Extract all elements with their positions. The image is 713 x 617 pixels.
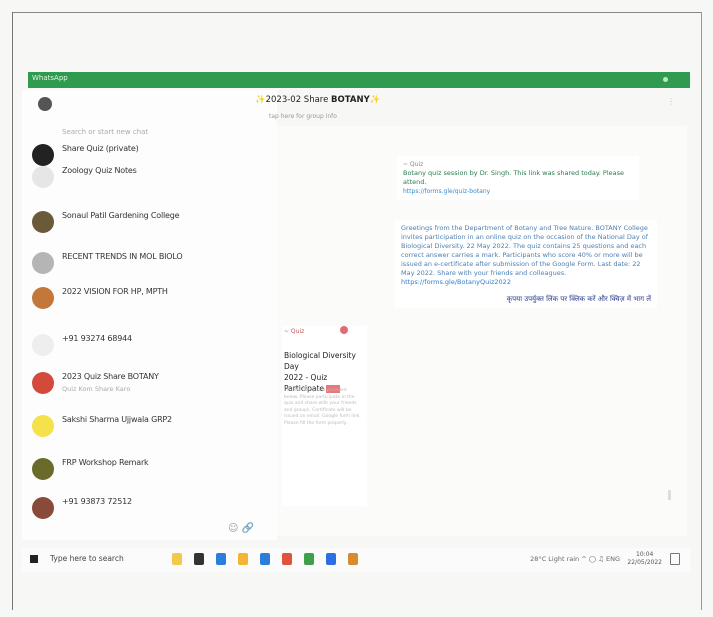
- message-text: Greetings from the Department of Botany …: [401, 224, 649, 277]
- chat-avatar: [32, 458, 54, 480]
- taskbar-search[interactable]: Type here to search: [50, 554, 124, 563]
- chat-name: FRP Workshop Remark: [62, 458, 149, 467]
- app-titlebar: WhatsApp: [28, 72, 690, 88]
- chat-avatar: [32, 287, 54, 309]
- emoji-icon[interactable]: ☺: [228, 523, 238, 534]
- message-bubble: ~ Quiz Botany quiz session by Dr. Singh.…: [397, 156, 639, 200]
- store-icon[interactable]: [260, 553, 270, 565]
- window-control-icon[interactable]: [663, 77, 668, 82]
- cortana-icon[interactable]: [194, 553, 204, 565]
- photo-border-right: [701, 12, 702, 610]
- document-message[interactable]: ~ Quiz Biological Diversity Day 2022 - Q…: [282, 326, 367, 506]
- message-input-bar[interactable]: ☺ 🔗: [228, 523, 254, 534]
- photo-border-left: [12, 12, 13, 610]
- chat-avatar: [32, 497, 54, 519]
- scrollbar[interactable]: [668, 490, 671, 500]
- chat-name: +91 93873 72512: [62, 497, 132, 506]
- chat-name: +91 93274 68944: [62, 334, 132, 343]
- chat-name: 2022 VISION FOR HP, MPTH: [62, 287, 168, 296]
- app-title: WhatsApp: [32, 74, 68, 82]
- chat-name: Sakshi Sharma Ujjwala GRP2: [62, 415, 172, 424]
- task-view-icon[interactable]: [172, 553, 182, 565]
- taskbar-clock[interactable]: 10:04 22/05/2022: [627, 551, 662, 567]
- chat-header[interactable]: ✨2023-02 Share BOTANY✨ tap here for grou…: [255, 93, 675, 125]
- chat-list-item[interactable]: +91 93274 68944: [22, 330, 277, 360]
- chat-list-item[interactable]: 2023 Quiz Share BOTANY Quiz Kom Share Kar…: [22, 368, 277, 398]
- reaction-icon: [340, 326, 348, 334]
- doc-body: Link for the quiz is provided below. Ple…: [284, 388, 361, 426]
- chat-name: RECENT TRENDS IN MOL BIOLO: [62, 252, 183, 261]
- chat-name: 2023 Quiz Share BOTANY: [62, 372, 159, 381]
- message-bubble: Greetings from the Department of Botany …: [395, 220, 657, 308]
- message-text: Botany quiz session by Dr. Singh. This l…: [403, 169, 624, 186]
- message-link[interactable]: https://forms.gle/quiz-botany: [403, 187, 633, 196]
- windows-taskbar: Type here to search 28°C Light rain ^ ◯ …: [22, 548, 690, 572]
- chat-name: Sonaul Patil Gardening College: [62, 211, 180, 220]
- chat-avatar: [32, 334, 54, 356]
- chat-name: Share Quiz (private): [62, 144, 139, 153]
- doc-sender: ~ Quiz: [284, 328, 305, 335]
- photo-border-top: [12, 12, 702, 13]
- chat-subtitle: tap here for group info: [269, 113, 337, 120]
- notification-icon[interactable]: [670, 553, 680, 565]
- windows-start-icon[interactable]: [30, 555, 38, 563]
- chat-avatar: [32, 372, 54, 394]
- chat-avatar: [32, 415, 54, 437]
- chat-list-item[interactable]: 2022 VISION FOR HP, MPTH: [22, 283, 277, 313]
- message-sender: ~ Quiz: [403, 161, 424, 168]
- search-input[interactable]: Search or start new chat: [62, 128, 148, 136]
- chat-name: Zoology Quiz Notes: [62, 166, 137, 175]
- chat-preview: Quiz Kom Share Karo: [62, 385, 131, 393]
- message-pane: ~ Quiz Botany quiz session by Dr. Singh.…: [277, 126, 687, 536]
- chat-list-item[interactable]: +91 93873 72512: [22, 493, 277, 523]
- message-link[interactable]: https://forms.gle/BotanyQuiz2022: [401, 278, 511, 286]
- message-hindi-text: कृपया उपर्युक्त लिंक पर क्लिक करें और क्…: [506, 295, 651, 303]
- chrome-icon[interactable]: [282, 553, 292, 565]
- file-explorer-icon[interactable]: [238, 553, 248, 565]
- chat-list-item[interactable]: Sonaul Patil Gardening College: [22, 207, 277, 237]
- attach-icon[interactable]: 🔗: [242, 523, 254, 534]
- chat-avatar: [32, 252, 54, 274]
- chat-avatar: [32, 166, 54, 188]
- chat-avatar: [32, 211, 54, 233]
- more-options-icon[interactable]: ⋮: [667, 97, 675, 106]
- mail-icon[interactable]: [326, 553, 336, 565]
- edge-icon[interactable]: [216, 553, 226, 565]
- chat-list-item[interactable]: RECENT TRENDS IN MOL BIOLO: [22, 248, 277, 278]
- chat-list-item[interactable]: Sakshi Sharma Ujjwala GRP2: [22, 411, 277, 441]
- chrome-2-icon[interactable]: [304, 553, 314, 565]
- my-avatar[interactable]: [38, 97, 52, 111]
- chat-title: ✨2023-02 Share BOTANY✨: [255, 95, 381, 105]
- photos-icon[interactable]: [348, 553, 358, 565]
- chat-sidebar: Share Quiz (private) Zoology Quiz Notes So…: [22, 90, 277, 540]
- system-tray[interactable]: 28°C Light rain ^ ◯ ♫ ENG: [530, 555, 620, 563]
- chat-list-item[interactable]: FRP Workshop Remark: [22, 454, 277, 484]
- chat-list-item[interactable]: Zoology Quiz Notes: [22, 162, 277, 192]
